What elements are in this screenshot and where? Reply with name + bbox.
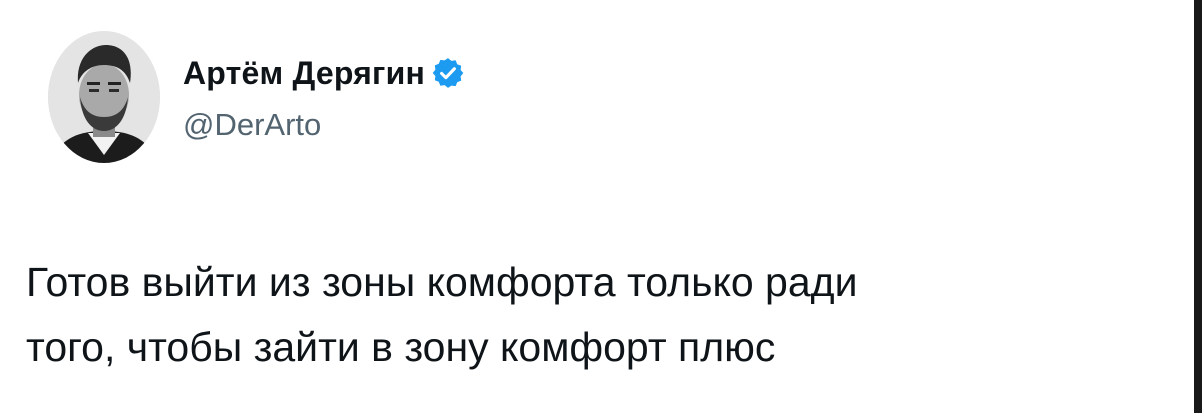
tweet-text-line: Готов выйти из зоны комфорта только ради — [26, 259, 858, 305]
tweet-text: Готов выйти из зоны комфорта только ради… — [26, 250, 1136, 380]
author-handle[interactable]: @DerArto — [183, 107, 321, 143]
author-name-row[interactable]: Артём Дерягин — [183, 53, 465, 93]
author-avatar[interactable] — [48, 31, 160, 163]
screen-edge — [1194, 0, 1202, 413]
avatar-photo-icon — [48, 31, 160, 163]
verified-badge-icon — [431, 56, 465, 90]
tweet-card: Артём Дерягин @DerArto Готов выйти из зо… — [0, 0, 1202, 413]
author-display-name[interactable]: Артём Дерягин — [183, 55, 425, 92]
tweet-text-line: того, чтобы зайти в зону комфорт плюс — [26, 324, 776, 370]
